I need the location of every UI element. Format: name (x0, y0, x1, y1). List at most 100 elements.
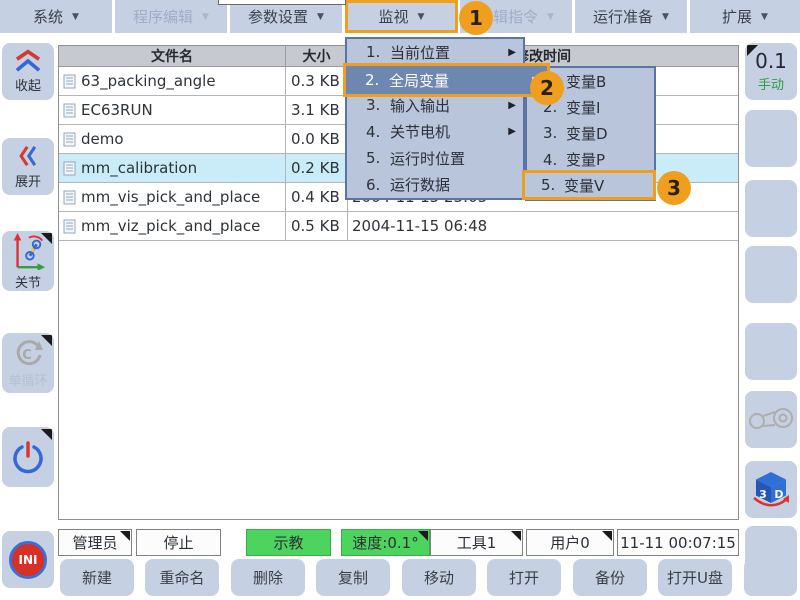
menu-monitor-label: 监视 (378, 8, 409, 26)
submenu-item-variable-p[interactable]: 4. 变量P (527, 147, 654, 173)
file-name: EC63RUN (81, 101, 153, 119)
file-name: mm_vis_pick_and_place (81, 188, 261, 206)
datetime-status: 11-11 00:07:15 (617, 529, 739, 556)
expand-label: 展开 (14, 175, 41, 190)
rename-button[interactable]: 重命名 (145, 559, 219, 596)
menu-monitor[interactable]: 监视 ▼ (345, 0, 458, 33)
item-number: 1. (366, 43, 381, 62)
backup-button[interactable]: 备份 (573, 559, 647, 596)
open-button-label: 打开 (508, 569, 539, 587)
view-3d-button[interactable]: 3 D (745, 461, 797, 518)
open-usb-button[interactable]: 打开U盘 (658, 559, 732, 596)
file-name: mm_calibration (81, 159, 198, 177)
empty-action-button[interactable] (744, 559, 797, 596)
menu-extension-label: 扩展 (722, 8, 753, 26)
corner-marker (511, 531, 521, 541)
open-usb-button-label: 打开U盘 (667, 569, 723, 587)
header-filename: 文件名 (59, 46, 286, 66)
item-number: 4. (366, 122, 381, 141)
file-name: mm_viz_pick_and_place (81, 217, 261, 235)
teach-mode-status[interactable]: 示教 (246, 529, 331, 556)
file-name: demo (81, 130, 124, 148)
power-button[interactable] (2, 427, 54, 487)
speed-value: 0.1 (755, 49, 787, 73)
table-row[interactable]: mm_viz_pick_and_place 0.5 KB 2004-11-15 … (59, 212, 738, 241)
menu-item-run-data[interactable]: 6. 运行数据 (347, 172, 523, 199)
menu-item-current-position[interactable]: 1. 当前位置 ▶ (347, 39, 523, 66)
item-number: 5. (366, 149, 381, 168)
double-chevron-left-icon (19, 145, 37, 167)
svg-text:3: 3 (759, 488, 767, 501)
delete-button[interactable]: 删除 (231, 559, 305, 596)
item-label: 变量B (566, 72, 607, 91)
double-chevron-up-icon (15, 49, 41, 72)
submenu-item-variable-d[interactable]: 3. 变量D (527, 120, 654, 146)
collapse-button[interactable]: 收起 (2, 43, 54, 100)
file-icon (63, 190, 76, 204)
menu-item-joint-motor[interactable]: 4. 关节电机 ▶ (347, 119, 523, 146)
submenu-item-variable-v-highlight[interactable]: 5. 变量V (522, 170, 656, 200)
step-number: 3 (667, 176, 681, 200)
step-number: 2 (540, 76, 554, 100)
item-label: 运行数据 (390, 176, 451, 195)
ini-button[interactable]: INI (2, 531, 54, 588)
menu-program-edit: 程序编辑 ▼ (115, 0, 227, 33)
rename-button-label: 重命名 (159, 569, 205, 587)
gamepad-icon (749, 407, 793, 429)
copy-button-label: 复制 (337, 569, 368, 587)
speed-status[interactable]: 速度:0.1° (341, 529, 430, 556)
user-frame-label: 用户0 (550, 534, 590, 552)
copy-button[interactable]: 复制 (316, 559, 390, 596)
new-button-label: 新建 (81, 569, 112, 587)
step-number: 1 (469, 6, 483, 30)
file-size: 0.0 KB (286, 125, 348, 153)
item-number: 5. (541, 176, 556, 194)
menu-item-runtime-position[interactable]: 5. 运行时位置 (347, 145, 523, 172)
right-sidebar-button-4[interactable] (745, 246, 797, 303)
power-icon (13, 441, 43, 474)
menu-system[interactable]: 系统 ▼ (0, 0, 112, 33)
tool-status[interactable]: 工具1 (430, 529, 523, 556)
open-button[interactable]: 打开 (487, 559, 561, 596)
new-button[interactable]: 新建 (60, 559, 134, 596)
chevron-down-icon: ▼ (72, 11, 79, 22)
menu-run-prepare[interactable]: 运行准备 ▼ (575, 0, 687, 33)
right-sidebar-button-2[interactable] (745, 110, 797, 167)
chevron-down-icon: ▼ (417, 11, 425, 22)
expand-button[interactable]: 展开 (2, 138, 54, 195)
move-button[interactable]: 移动 (402, 559, 476, 596)
speed-status-label: 速度:0.1° (352, 534, 419, 552)
file-size: 0.5 KB (286, 212, 348, 240)
menu-system-label: 系统 (33, 8, 64, 26)
item-number: 2. (365, 71, 380, 89)
step-badge-3: 3 (657, 171, 691, 205)
right-sidebar-button-3[interactable] (745, 180, 797, 237)
submenu-arrow-icon: ▶ (508, 99, 516, 111)
menu-extension[interactable]: 扩展 ▼ (690, 0, 800, 33)
gamepad-button[interactable] (745, 391, 797, 448)
backup-button-label: 备份 (594, 569, 625, 587)
item-label: 运行时位置 (390, 149, 466, 168)
file-icon (63, 132, 76, 146)
chevron-down-icon: ▼ (662, 11, 669, 22)
step-badge-1: 1 (459, 1, 493, 35)
user-role-status[interactable]: 管理员 (58, 529, 132, 556)
file-size: 0.2 KB (286, 154, 348, 182)
speed-mode-button[interactable]: 0.1 手动 (745, 43, 797, 100)
file-size: 0.4 KB (286, 183, 348, 211)
right-sidebar-button-5[interactable] (745, 323, 797, 380)
teach-mode-label: 示教 (273, 534, 304, 552)
file-icon (63, 219, 76, 233)
run-state-status[interactable]: 停止 (136, 529, 221, 556)
corner-marker (418, 531, 428, 541)
tool-status-label: 工具1 (456, 534, 497, 552)
user-frame-status[interactable]: 用户0 (526, 529, 614, 556)
menu-item-global-variables-highlight[interactable]: 2. 全局变量 ▶ (343, 63, 550, 97)
single-cycle-button: C 单循环 (2, 333, 54, 393)
single-cycle-label: 单循环 (8, 373, 48, 389)
file-size: 3.1 KB (286, 96, 348, 124)
chevron-down-icon: ▼ (202, 11, 209, 22)
file-mtime: 2004-11-15 06:48 (352, 217, 488, 235)
joint-mode-button[interactable]: 关节 (2, 231, 54, 291)
item-number: 6. (366, 175, 381, 194)
